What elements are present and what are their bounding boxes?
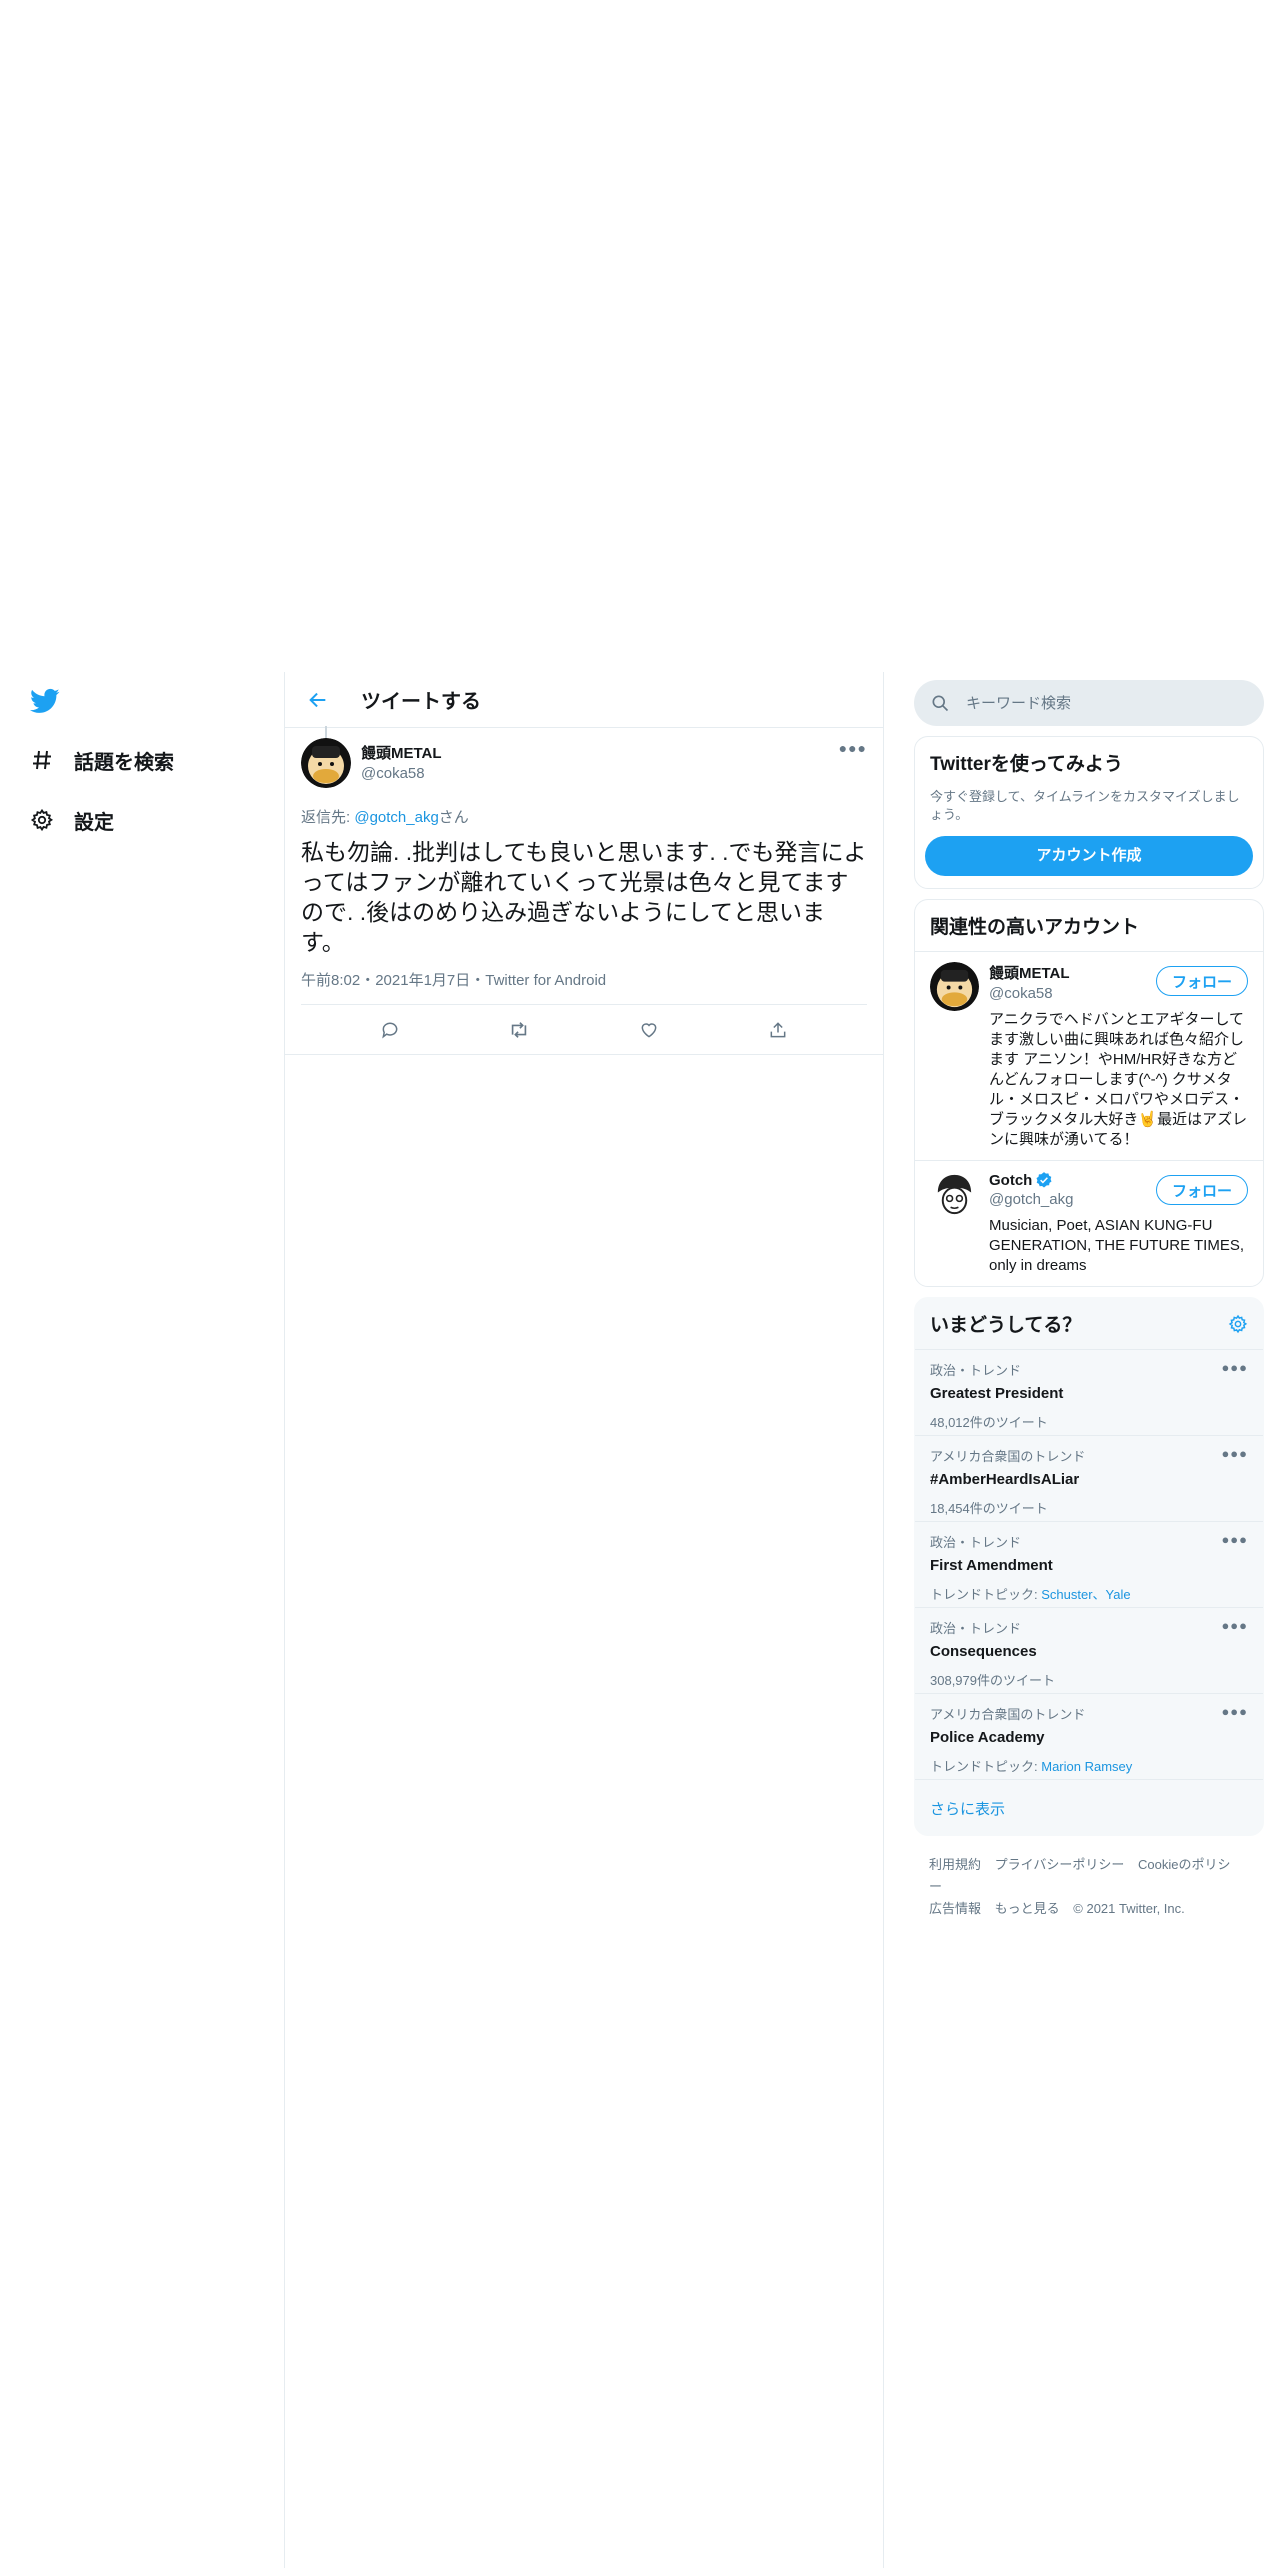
trend-topics: トレンドトピック: Marion Ramsey (930, 1756, 1248, 1775)
footer: 利用規約 プライバシーポリシー Cookieのポリシー 広告情報 もっと見る ©… (914, 1836, 1264, 1938)
reply-suffix: さん (438, 809, 469, 826)
trend-topic-prefix: トレンドトピック: (930, 1759, 1042, 1774)
right-sidebar: Twitterを使ってみよう 今すぐ登録して、タイムラインをカスタマイズしましょ… (914, 672, 1264, 1938)
account-item[interactable]: 饅頭METAL @coka58 アニクラでヘドバンとエアギターしてます激しい曲に… (915, 952, 1263, 1161)
main-column: ツイートする 饅頭METAL @coka58 ●●● 返信先: @gotch_a… (284, 672, 884, 2568)
related-title: 関連性の高いアカウント (915, 900, 1263, 952)
trend-name: #AmberHeardIsALiar (930, 1471, 1080, 1488)
nav-settings[interactable]: 設定 (28, 800, 114, 840)
thread-line (325, 726, 327, 738)
footer-privacy-link[interactable]: プライバシーポリシー (995, 1857, 1125, 1872)
reply-mention-link[interactable]: @gotch_akg (354, 809, 438, 826)
trend-count: 308,979件のツイート (930, 1673, 1055, 1688)
nav-settings-label: 設定 (74, 811, 114, 834)
author-handle[interactable]: @coka58 (361, 765, 442, 782)
tweet-meta[interactable]: 午前8:02・2021年1月7日・Twitter for Android (301, 969, 867, 1005)
avatar[interactable] (301, 738, 351, 788)
account-name[interactable]: 饅頭METAL (989, 962, 1070, 983)
retweet-icon[interactable] (499, 1010, 539, 1050)
tweet-author: 饅頭METAL @coka58 (361, 738, 442, 782)
avatar[interactable] (930, 962, 979, 1011)
trends-header: いまどうしてる？ (915, 1298, 1263, 1350)
page-title: ツイートする (361, 691, 481, 713)
reply-prefix: 返信先: (301, 809, 355, 826)
footer-ads-link[interactable]: 広告情報 (929, 1901, 981, 1916)
trend-category: 政治・トレンド (930, 1621, 1022, 1636)
author-name[interactable]: 饅頭METAL (361, 742, 442, 763)
trends-card: いまどうしてる？ 政治・トレンド Greatest President 48,0… (914, 1297, 1264, 1836)
trend-name: Consequences (930, 1643, 1037, 1660)
gear-icon (28, 806, 56, 834)
more-icon[interactable]: ●●● (1221, 1704, 1248, 1719)
trend-count: 48,012件のツイート (930, 1415, 1048, 1430)
nav-explore[interactable]: 話題を検索 (28, 740, 174, 780)
trend-item[interactable]: 政治・トレンド Consequences 308,979件のツイート ●●● (915, 1608, 1263, 1694)
trend-item[interactable]: 政治・トレンド First Amendment トレンドトピック: Schust… (915, 1522, 1263, 1608)
account-name[interactable]: Gotch (989, 1172, 1032, 1189)
trend-item[interactable]: アメリカ合衆国のトレンド #AmberHeardIsALiar 18,454件の… (915, 1436, 1263, 1522)
more-icon[interactable]: ●●● (1221, 1446, 1248, 1461)
more-icon[interactable]: ●●● (839, 740, 867, 756)
more-icon[interactable]: ●●● (1221, 1360, 1248, 1375)
signup-card: Twitterを使ってみよう 今すぐ登録して、タイムラインをカスタマイズしましょ… (914, 736, 1264, 889)
like-icon[interactable] (629, 1010, 669, 1050)
page: 話題を検索 設定 ツイートする 饅頭METAL @coka58 ●●● 返信先:… (0, 0, 1284, 2568)
trend-category: アメリカ合衆国のトレンド (930, 1449, 1086, 1464)
trend-category: 政治・トレンド (930, 1535, 1022, 1550)
trend-name: Police Academy (930, 1729, 1045, 1746)
search-icon (930, 693, 950, 713)
account-bio: Musician, Poet, ASIAN KUNG-FU GENERATION… (989, 1217, 1245, 1274)
trend-count: 18,454件のツイート (930, 1501, 1048, 1516)
avatar[interactable] (930, 1171, 979, 1220)
twitter-bird-icon[interactable] (28, 686, 64, 718)
related-accounts-card: 関連性の高いアカウント 饅頭METAL @coka58 アニクラでヘドバンとエア… (914, 899, 1264, 1287)
search-input[interactable] (966, 694, 1226, 712)
tweet-actions (285, 1005, 883, 1055)
trend-topics: トレンドトピック: Schuster、Yale (930, 1584, 1248, 1603)
back-arrow-icon[interactable] (301, 683, 335, 717)
account-item[interactable]: Gotch @gotch_akg Musician, Poet, ASIAN K… (915, 1161, 1263, 1286)
trend-topic-link[interactable]: Marion Ramsey (1041, 1759, 1132, 1774)
trend-name: First Amendment (930, 1557, 1053, 1574)
nav-explore-label: 話題を検索 (74, 751, 174, 774)
verified-icon (1035, 1171, 1053, 1189)
trend-item[interactable]: アメリカ合衆国のトレンド Police Academy トレンドトピック: Ma… (915, 1694, 1263, 1780)
signup-desc: 今すぐ登録して、タイムラインをカスタマイズしましょう。 (930, 789, 1240, 822)
follow-button[interactable]: フォロー (1156, 966, 1248, 996)
trend-item[interactable]: 政治・トレンド Greatest President 48,012件のツイート … (915, 1350, 1263, 1436)
tweet-text: 私も勿論. .批判はしても良いと思います. .でも発言によってはファンが離れてい… (301, 839, 867, 955)
search-box[interactable] (914, 680, 1264, 726)
create-account-button[interactable]: アカウント作成 (925, 836, 1253, 876)
reply-to: 返信先: @gotch_akgさん (301, 806, 867, 827)
footer-more-link[interactable]: もっと見る (995, 1901, 1060, 1916)
trend-category: アメリカ合衆国のトレンド (930, 1707, 1086, 1722)
trend-category: 政治・トレンド (930, 1363, 1022, 1378)
signup-title: Twitterを使ってみよう (930, 754, 1123, 775)
more-icon[interactable]: ●●● (1221, 1532, 1248, 1547)
trend-name: Greatest President (930, 1385, 1064, 1402)
account-bio: アニクラでヘドバンとエアギターしてます激しい曲に興味あれば色々紹介します アニソ… (989, 1011, 1248, 1148)
footer-copyright: © 2021 Twitter, Inc. (1073, 1901, 1185, 1916)
trend-topic-link[interactable]: Schuster、Yale (1041, 1587, 1130, 1602)
footer-terms-link[interactable]: 利用規約 (929, 1857, 981, 1872)
follow-button[interactable]: フォロー (1156, 1175, 1248, 1205)
trend-topic-prefix: トレンドトピック: (930, 1587, 1042, 1602)
tweet: 饅頭METAL @coka58 ●●● 返信先: @gotch_akgさん 私も… (285, 726, 883, 1055)
more-icon[interactable]: ●●● (1221, 1618, 1248, 1633)
tweet-header: 饅頭METAL @coka58 (301, 738, 867, 788)
gear-icon[interactable] (1221, 1307, 1255, 1341)
main-header: ツイートする (285, 672, 883, 728)
reply-icon[interactable] (370, 1010, 410, 1050)
trends-title: いまどうしてる？ (930, 1315, 1082, 1336)
show-more-link[interactable]: さらに表示 (915, 1780, 1263, 1835)
hashtag-icon (28, 746, 56, 774)
share-icon[interactable] (758, 1010, 798, 1050)
